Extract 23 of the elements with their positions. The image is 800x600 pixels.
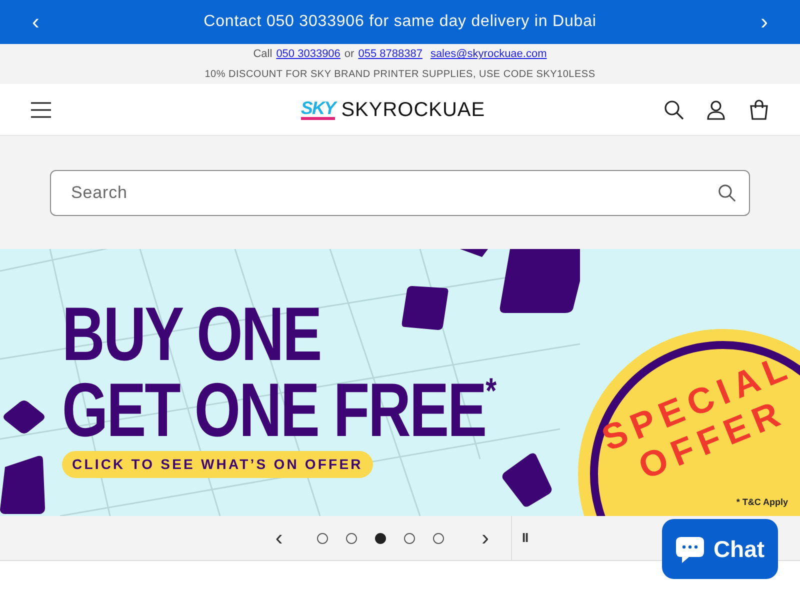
- menu-icon[interactable]: [30, 100, 52, 118]
- banner-headline: GET ONE FREE$^{*}$: [62, 373, 496, 449]
- terms-note: * T&C Apply: [736, 496, 788, 509]
- search-icon[interactable]: [718, 184, 736, 202]
- pause-button[interactable]: II: [522, 516, 528, 560]
- chat-bubble-icon: [675, 534, 706, 564]
- search-icon[interactable]: [664, 100, 684, 120]
- search-field[interactable]: Search: [50, 170, 750, 216]
- phone-link[interactable]: 055 8788387: [358, 46, 422, 63]
- promo-text: 10% DISCOUNT FOR SKY BRAND PRINTER SUPPLIES, USE CODE SKY10LESS: [204, 68, 596, 82]
- chat-button[interactable]: Chat: [662, 519, 778, 579]
- account-icon[interactable]: [706, 100, 726, 120]
- store-name[interactable]: SKYROCKUAE: [341, 94, 486, 124]
- email-link[interactable]: sales@skyrockuae.com: [430, 46, 547, 63]
- announcement-text: Contact 050 3033906 for same day delivery in Dubai: [204, 12, 596, 32]
- phone-link[interactable]: 050 3033906: [276, 46, 340, 63]
- previous-slide-button[interactable]: ‹: [275, 527, 283, 549]
- call-label: Call: [253, 47, 272, 62]
- next-slide-button[interactable]: ›: [482, 527, 489, 549]
- banner-headline: BUY ONE: [62, 297, 322, 373]
- cart-icon[interactable]: [748, 98, 770, 120]
- or-label: or: [344, 47, 354, 62]
- offer-link[interactable]: CLICK TO SEE WHAT’S ON OFFER: [62, 451, 373, 478]
